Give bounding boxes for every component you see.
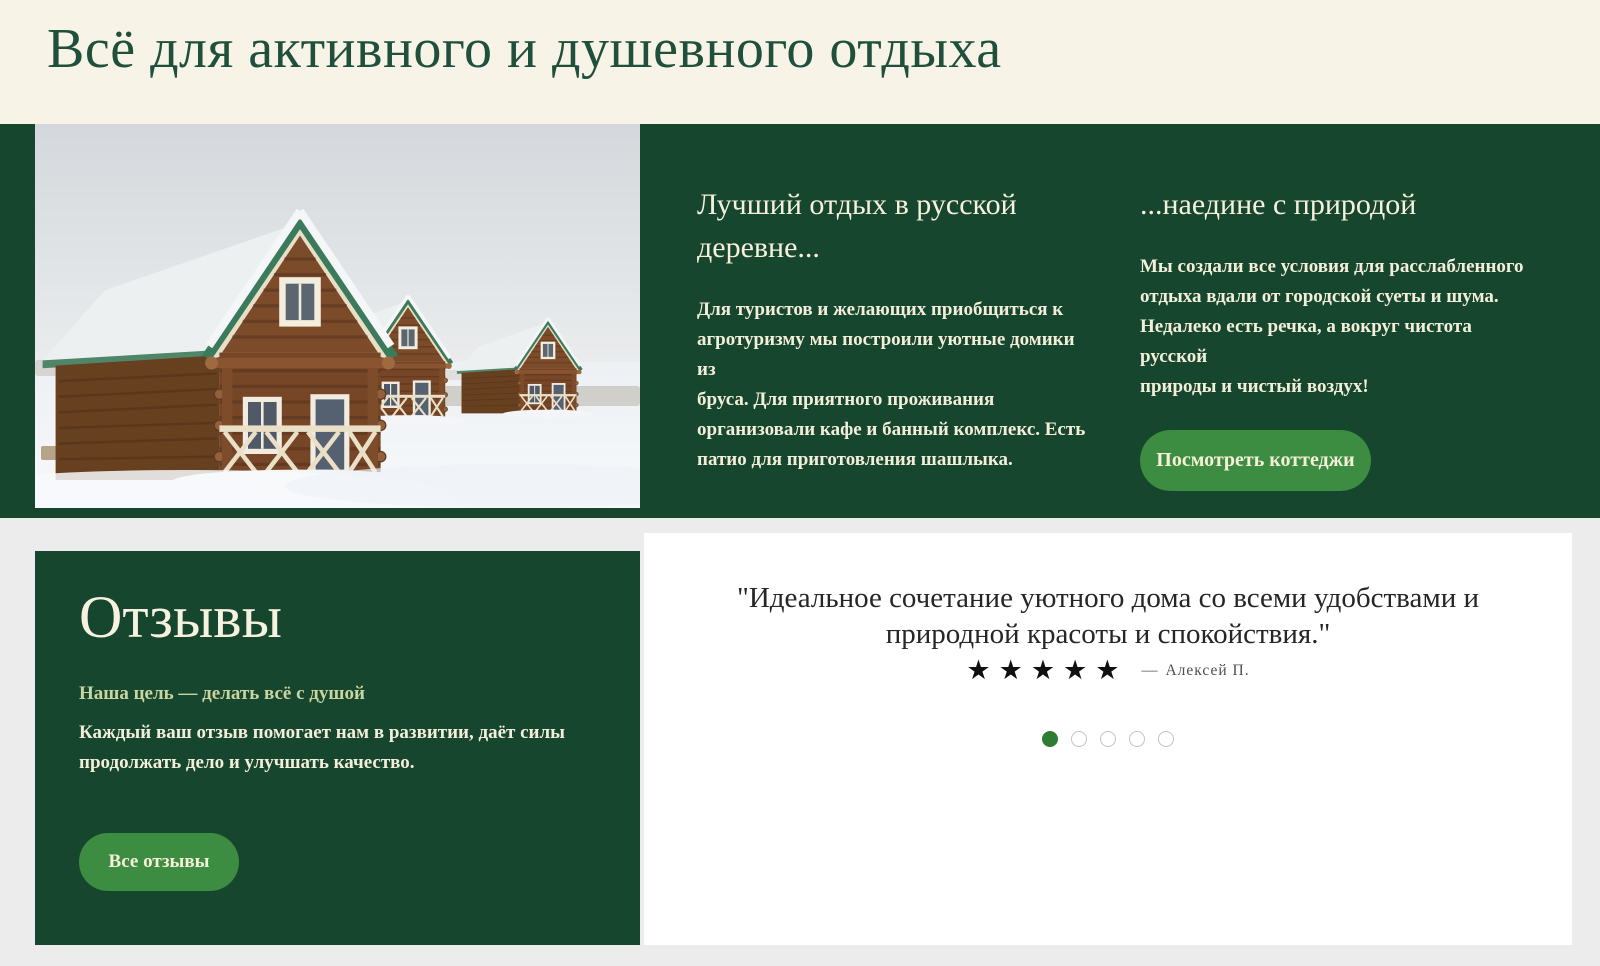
testimonial-meta: ★★★★★ — Алексей П. bbox=[644, 657, 1572, 684]
reviews-card: Отзывы Наша цель — делать всё с душой Ка… bbox=[35, 551, 640, 945]
hero-paragraph-village: Для туристов и желающих приобщиться к аг… bbox=[697, 299, 1086, 470]
view-cottages-button[interactable]: Посмотреть коттеджи bbox=[1140, 430, 1371, 491]
hero-section: Лучший отдых в русской деревне... Для ту… bbox=[0, 124, 1600, 518]
page-header: Всё для активного и душевного отдыха bbox=[0, 0, 1600, 124]
author-dash: — bbox=[1141, 661, 1158, 679]
hero-paragraph-nature: Мы создали все условия для расслабленног… bbox=[1140, 256, 1524, 397]
page-title: Всё для активного и душевного отдыха bbox=[47, 18, 1002, 80]
carousel-dots bbox=[644, 731, 1572, 747]
testimonial-quote: "Идеальное сочетание уютного дома со все… bbox=[736, 582, 1479, 650]
testimonial-author: Алексей П. bbox=[1165, 661, 1250, 679]
reviews-subtitle: Наша цель — делать всё с душой bbox=[79, 683, 365, 704]
hero-heading-village: Лучший отдых в русской деревне... bbox=[697, 188, 1017, 264]
hero-heading-nature: ...наедине с природой bbox=[1140, 188, 1417, 221]
landing-page: Всё для активного и душевного отдыха Луч… bbox=[0, 0, 1600, 966]
cottage-illustration bbox=[35, 124, 640, 508]
carousel-dot-2[interactable] bbox=[1071, 731, 1087, 747]
hero-column-village: Лучший отдых в русской деревне... Для ту… bbox=[697, 124, 1097, 475]
hero-column-nature: ...наедине с природой Мы создали все усл… bbox=[1140, 124, 1540, 491]
testimonial-card: "Идеальное сочетание уютного дома со все… bbox=[644, 533, 1572, 945]
carousel-dot-5[interactable] bbox=[1158, 731, 1174, 747]
carousel-dot-4[interactable] bbox=[1129, 731, 1145, 747]
star-rating-icon: ★★★★★ bbox=[966, 655, 1128, 685]
reviews-heading: Отзывы bbox=[79, 584, 282, 650]
carousel-dot-3[interactable] bbox=[1100, 731, 1116, 747]
all-reviews-button[interactable]: Все отзывы bbox=[79, 833, 239, 891]
cottages-photo bbox=[35, 124, 640, 508]
reviews-paragraph: Каждый ваш отзыв помогает нам в развитии… bbox=[79, 722, 566, 773]
carousel-dot-1[interactable] bbox=[1042, 731, 1058, 747]
